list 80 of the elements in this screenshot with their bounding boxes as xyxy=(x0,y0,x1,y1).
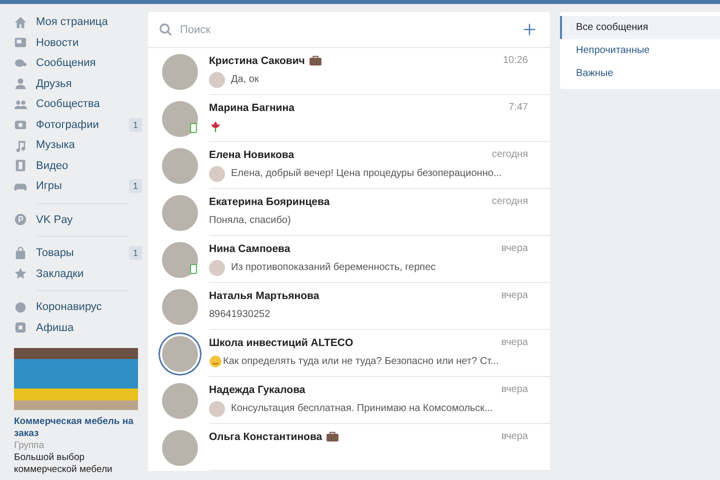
people-icon xyxy=(14,98,27,111)
dialog-row[interactable]: Марина Багнина 7:47 xyxy=(148,95,550,142)
sidebar-item[interactable]: VK Pay xyxy=(14,210,138,230)
message-time: 10:26 xyxy=(502,55,528,66)
search-icon xyxy=(159,23,172,36)
sidebar-item[interactable]: Сообщения xyxy=(14,53,138,74)
message-preview: Елена, добрый вечер! Цена процедуры безоперационно... xyxy=(231,168,502,179)
plus-icon[interactable] xyxy=(523,23,536,36)
message-preview: Поняла, спасибо) xyxy=(209,215,291,226)
filter-tab[interactable]: Непрочитанные xyxy=(560,39,720,62)
ad-subtitle: Группа xyxy=(14,440,46,452)
avatar xyxy=(162,288,198,324)
message-preview: Из противопоказаний беременность, герпес xyxy=(231,262,436,273)
sidebar-item[interactable]: Афиша xyxy=(14,318,138,338)
avatar xyxy=(162,100,198,136)
avatar xyxy=(162,54,198,90)
ad-title[interactable]: Коммерческая мебель на заказ xyxy=(14,416,138,440)
counter-badge: 1 xyxy=(128,118,142,132)
person-icon xyxy=(14,77,27,90)
avatar xyxy=(162,382,198,418)
camera-icon xyxy=(14,118,27,132)
message-time: сегодня xyxy=(492,149,528,160)
contact-name: Наталья Мартьянова xyxy=(209,290,320,302)
contact-name: Школа инвестиций ALTECO xyxy=(209,336,354,348)
message-time: вчера xyxy=(501,384,528,395)
contact-name: Кристина Сакович xyxy=(209,54,305,66)
avatar xyxy=(162,148,198,184)
film-icon xyxy=(14,159,27,172)
message-time: вчера xyxy=(501,431,528,442)
contact-name: Марина Багнина xyxy=(209,102,294,114)
counter-badge: 1 xyxy=(128,246,142,260)
music-note-icon xyxy=(14,138,27,152)
dialog-row[interactable]: Екатерина Бояринцева сегодня Поняла, спасибо) xyxy=(148,189,550,236)
contact-name: Екатерина Бояринцева xyxy=(209,196,330,208)
sidebar-item[interactable]: Закладки xyxy=(14,264,138,284)
dialog-row[interactable]: Нина Сампоева вчера Из противопоказаний беременность, герпес xyxy=(148,236,550,283)
message-preview: 89641930252 xyxy=(209,309,270,320)
message-time: сегодня xyxy=(492,196,528,207)
filter-tab[interactable]: Все сообщения xyxy=(560,16,720,39)
sidebar-item[interactable]: Моя страница xyxy=(14,12,138,32)
ad-text: Большой выбор коммерческой мебели xyxy=(14,452,114,476)
sidebar-item[interactable]: Музыка xyxy=(14,135,138,156)
dialog-row[interactable]: Кристина Сакович 10:26 Да, ок xyxy=(148,48,550,95)
counter-badge: 1 xyxy=(128,179,142,194)
filter-tab[interactable]: Важные xyxy=(560,62,720,85)
avatar xyxy=(162,194,198,230)
sidebar-item[interactable]: Коронавирус xyxy=(14,297,138,318)
rose-icon xyxy=(209,120,222,133)
sidebar-item[interactable]: Друзья xyxy=(14,74,138,94)
dialog-row[interactable]: Наталья Мартьянова вчера 89641930252 xyxy=(148,283,550,330)
avatar xyxy=(162,242,198,278)
sidebar-item[interactable]: Сообщества xyxy=(14,94,138,114)
dialog-row[interactable]: Ольга Константинова вчера xyxy=(148,424,550,471)
avatar xyxy=(162,430,198,466)
message-time: вчера xyxy=(501,243,528,254)
house-icon xyxy=(14,16,27,29)
message-time: вчера xyxy=(501,337,528,348)
newspaper-icon xyxy=(14,36,27,50)
coin-icon xyxy=(14,213,27,226)
smiling-face-icon xyxy=(209,355,222,368)
bag-icon xyxy=(14,246,27,260)
search-field[interactable]: Поиск xyxy=(180,24,515,36)
message-preview: Консультация бесплатная. Принимаю на Комсомольск... xyxy=(231,403,493,414)
sidebar-item[interactable]: Новости xyxy=(14,32,138,53)
message-preview: Да, ок xyxy=(231,74,259,85)
photo-placeholder[interactable] xyxy=(14,348,138,410)
contact-name: Ольга Константинова xyxy=(209,430,322,442)
sidebar-item[interactable]: Видео xyxy=(14,156,138,176)
circle-icon xyxy=(14,300,27,314)
message-time: 7:47 xyxy=(508,102,528,113)
contact-name: Надежда Гукалова xyxy=(209,384,306,396)
message-preview: Как определять туда или не туда? Безопасно или нет? Ст... xyxy=(223,356,499,367)
message-time: вчера xyxy=(501,290,528,301)
dialog-row[interactable]: Елена Новикова сегодня Елена, добрый вечер! Цена процедуры безоперационно... xyxy=(148,142,550,189)
square-icon xyxy=(14,321,27,334)
contact-name: Нина Сампоева xyxy=(209,242,290,254)
dialog-row[interactable]: Надежда Гукалова вчера Консультация бесплатная. Принимаю на Комсомольск... xyxy=(148,377,550,424)
contact-name: Елена Новикова xyxy=(209,148,294,160)
star-icon xyxy=(14,267,27,280)
dialog-row[interactable]: Школа инвестиций ALTECO вчера Как определять туда или не туда? Безопасно или нет? Ст... xyxy=(148,330,550,377)
